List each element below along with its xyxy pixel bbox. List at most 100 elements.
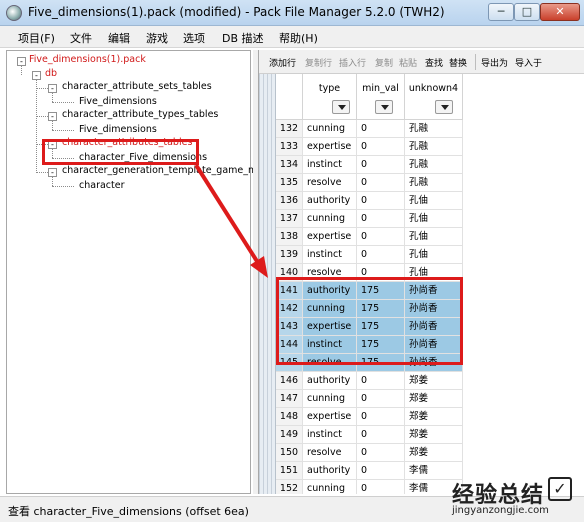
- filter-dropdown[interactable]: [332, 100, 350, 114]
- cell-unknown4[interactable]: 郑姜: [405, 372, 463, 390]
- tree-node-five-dimensions[interactable]: Five_dimensions: [79, 124, 157, 135]
- cell-type[interactable]: resolve: [303, 444, 357, 462]
- cell-min-val[interactable]: 0: [357, 462, 405, 480]
- row-number[interactable]: 133: [276, 138, 303, 156]
- row-number[interactable]: 150: [276, 444, 303, 462]
- cell-unknown4[interactable]: 孔融: [405, 120, 463, 138]
- cell-unknown4[interactable]: 孔伷: [405, 228, 463, 246]
- cell-type[interactable]: authority: [303, 372, 357, 390]
- cell-type[interactable]: cunning: [303, 480, 357, 494]
- cell-unknown4[interactable]: 孔伷: [405, 192, 463, 210]
- row-number[interactable]: 146: [276, 372, 303, 390]
- cell-type[interactable]: expertise: [303, 138, 357, 156]
- table-row[interactable]: 149 instinct 0 郑姜: [276, 426, 584, 444]
- table-row[interactable]: 136 authority 0 孔伷: [276, 192, 584, 210]
- tree-node-attribute-sets[interactable]: character_attribute_sets_tables: [62, 81, 212, 92]
- table-row[interactable]: 137 cunning 0 孔伷: [276, 210, 584, 228]
- find-button[interactable]: 查找: [425, 56, 443, 69]
- tree-expander[interactable]: -: [32, 71, 41, 80]
- column-header-type[interactable]: type: [303, 74, 357, 120]
- cell-min-val[interactable]: 0: [357, 408, 405, 426]
- import-button[interactable]: 导入于: [515, 56, 542, 69]
- menu-help[interactable]: 帮助(H): [279, 30, 318, 46]
- copy-row-button[interactable]: 复制行: [305, 56, 332, 69]
- cell-min-val[interactable]: 0: [357, 192, 405, 210]
- column-header-min-val[interactable]: min_val: [357, 74, 405, 120]
- menu-options[interactable]: 选项: [183, 30, 205, 46]
- cell-unknown4[interactable]: 孔融: [405, 156, 463, 174]
- cell-min-val[interactable]: 0: [357, 444, 405, 462]
- cell-type[interactable]: authority: [303, 462, 357, 480]
- export-button[interactable]: 导出为: [481, 56, 508, 69]
- cell-type[interactable]: cunning: [303, 120, 357, 138]
- filter-dropdown[interactable]: [435, 100, 453, 114]
- filter-dropdown[interactable]: [375, 100, 393, 114]
- replace-button[interactable]: 替换: [449, 56, 467, 69]
- insert-row-button[interactable]: 插入行: [339, 56, 366, 69]
- cell-min-val[interactable]: 0: [357, 480, 405, 494]
- row-number[interactable]: 147: [276, 390, 303, 408]
- table-row[interactable]: 139 instinct 0 孔伷: [276, 246, 584, 264]
- tree-expander[interactable]: -: [17, 57, 26, 66]
- cell-min-val[interactable]: 0: [357, 138, 405, 156]
- cell-unknown4[interactable]: 孔融: [405, 138, 463, 156]
- cell-unknown4[interactable]: 郑姜: [405, 390, 463, 408]
- table-row[interactable]: 138 expertise 0 孔伷: [276, 228, 584, 246]
- cell-min-val[interactable]: 0: [357, 390, 405, 408]
- cell-type[interactable]: instinct: [303, 426, 357, 444]
- tree-node-generation-template[interactable]: character_generation_template_game_mode_: [62, 165, 280, 176]
- row-number[interactable]: 138: [276, 228, 303, 246]
- cell-min-val[interactable]: 0: [357, 120, 405, 138]
- table-row[interactable]: 132 cunning 0 孔融: [276, 120, 584, 138]
- minimize-button[interactable]: ─: [488, 3, 514, 21]
- row-number[interactable]: 132: [276, 120, 303, 138]
- cell-min-val[interactable]: 0: [357, 246, 405, 264]
- table-row[interactable]: 147 cunning 0 郑姜: [276, 390, 584, 408]
- cell-min-val[interactable]: 0: [357, 174, 405, 192]
- menu-db-description[interactable]: DB 描述: [222, 30, 264, 46]
- paste-button[interactable]: 粘贴: [399, 56, 417, 69]
- tree-node-pack[interactable]: Five_dimensions(1).pack: [29, 54, 146, 65]
- table-row[interactable]: 134 instinct 0 孔融: [276, 156, 584, 174]
- maximize-button[interactable]: □: [514, 3, 540, 21]
- menu-game[interactable]: 游戏: [146, 30, 168, 46]
- menu-project[interactable]: 项目(F): [18, 30, 55, 46]
- row-number[interactable]: 148: [276, 408, 303, 426]
- copy-button[interactable]: 复制: [375, 56, 393, 69]
- table-row[interactable]: 146 authority 0 郑姜: [276, 372, 584, 390]
- row-number[interactable]: 152: [276, 480, 303, 494]
- cell-type[interactable]: expertise: [303, 228, 357, 246]
- cell-type[interactable]: cunning: [303, 390, 357, 408]
- table-row[interactable]: 133 expertise 0 孔融: [276, 138, 584, 156]
- column-header-unknown4[interactable]: unknown4: [405, 74, 463, 120]
- cell-min-val[interactable]: 0: [357, 228, 405, 246]
- cell-min-val[interactable]: 0: [357, 426, 405, 444]
- table-row[interactable]: 148 expertise 0 郑姜: [276, 408, 584, 426]
- menu-file[interactable]: 文件: [70, 30, 92, 46]
- cell-type[interactable]: resolve: [303, 174, 357, 192]
- tree-node-five-dimensions[interactable]: Five_dimensions: [79, 96, 157, 107]
- tree-expander[interactable]: -: [48, 112, 57, 121]
- table-row[interactable]: 135 resolve 0 孔融: [276, 174, 584, 192]
- cell-type[interactable]: instinct: [303, 246, 357, 264]
- cell-unknown4[interactable]: 郑姜: [405, 426, 463, 444]
- tree-node-attribute-types[interactable]: character_attribute_types_tables: [62, 109, 218, 120]
- row-number[interactable]: 151: [276, 462, 303, 480]
- row-number[interactable]: 134: [276, 156, 303, 174]
- cell-unknown4[interactable]: 孔伷: [405, 246, 463, 264]
- cell-type[interactable]: authority: [303, 192, 357, 210]
- row-number[interactable]: 137: [276, 210, 303, 228]
- cell-type[interactable]: expertise: [303, 408, 357, 426]
- cell-unknown4[interactable]: 孔融: [405, 174, 463, 192]
- tree-expander[interactable]: -: [48, 84, 57, 93]
- tree-node-character[interactable]: character: [79, 180, 125, 191]
- row-number[interactable]: 139: [276, 246, 303, 264]
- row-number[interactable]: 149: [276, 426, 303, 444]
- tree-expander[interactable]: -: [48, 168, 57, 177]
- row-number[interactable]: 135: [276, 174, 303, 192]
- table-row[interactable]: 150 resolve 0 郑姜: [276, 444, 584, 462]
- tree-node-db[interactable]: db: [45, 68, 57, 79]
- cell-min-val[interactable]: 0: [357, 372, 405, 390]
- cell-type[interactable]: cunning: [303, 210, 357, 228]
- row-number[interactable]: 136: [276, 192, 303, 210]
